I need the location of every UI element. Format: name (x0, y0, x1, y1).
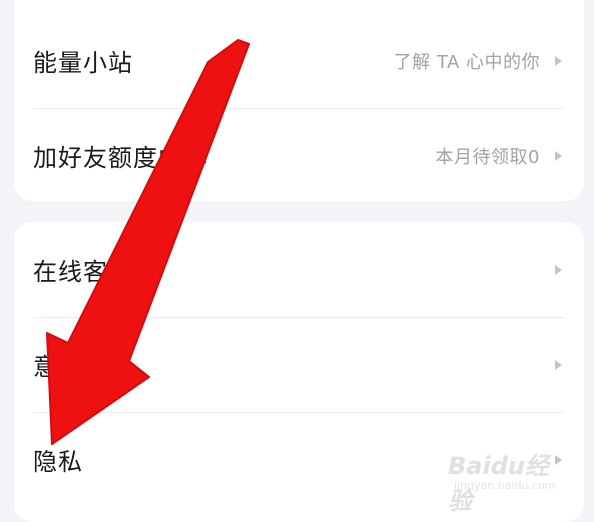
settings-card-top: 能量小站 了解 TA 心中的你 加好友额度中心 本月待领取0 (14, 0, 584, 201)
menu-row-feedback[interactable]: 意见反馈 (14, 317, 584, 412)
chevron-right-icon (555, 359, 562, 370)
menu-label: 能量小站 (33, 49, 133, 77)
menu-value: 了解 TA 心中的你 (393, 51, 540, 73)
chevron-right-icon (555, 55, 562, 66)
chevron-right-icon (555, 150, 562, 161)
menu-value: 本月待领取0 (435, 146, 540, 168)
chevron-right-icon (555, 264, 562, 275)
menu-row-privacy[interactable]: 隐私 (14, 412, 584, 507)
menu-row-friend-quota-center[interactable]: 加好友额度中心 本月待领取0 (14, 108, 584, 201)
menu-label: 在线客服 (33, 258, 133, 286)
menu-label: 隐私 (33, 448, 83, 476)
chevron-right-icon (555, 454, 562, 465)
settings-card-bottom: 在线客服 意见反馈 隐私 (14, 222, 584, 522)
menu-row-online-support[interactable]: 在线客服 (14, 222, 584, 317)
menu-label: 意见反馈 (33, 353, 133, 381)
menu-row-energy-station[interactable]: 能量小站 了解 TA 心中的你 (14, 13, 584, 108)
menu-label: 加好友额度中心 (33, 144, 208, 172)
